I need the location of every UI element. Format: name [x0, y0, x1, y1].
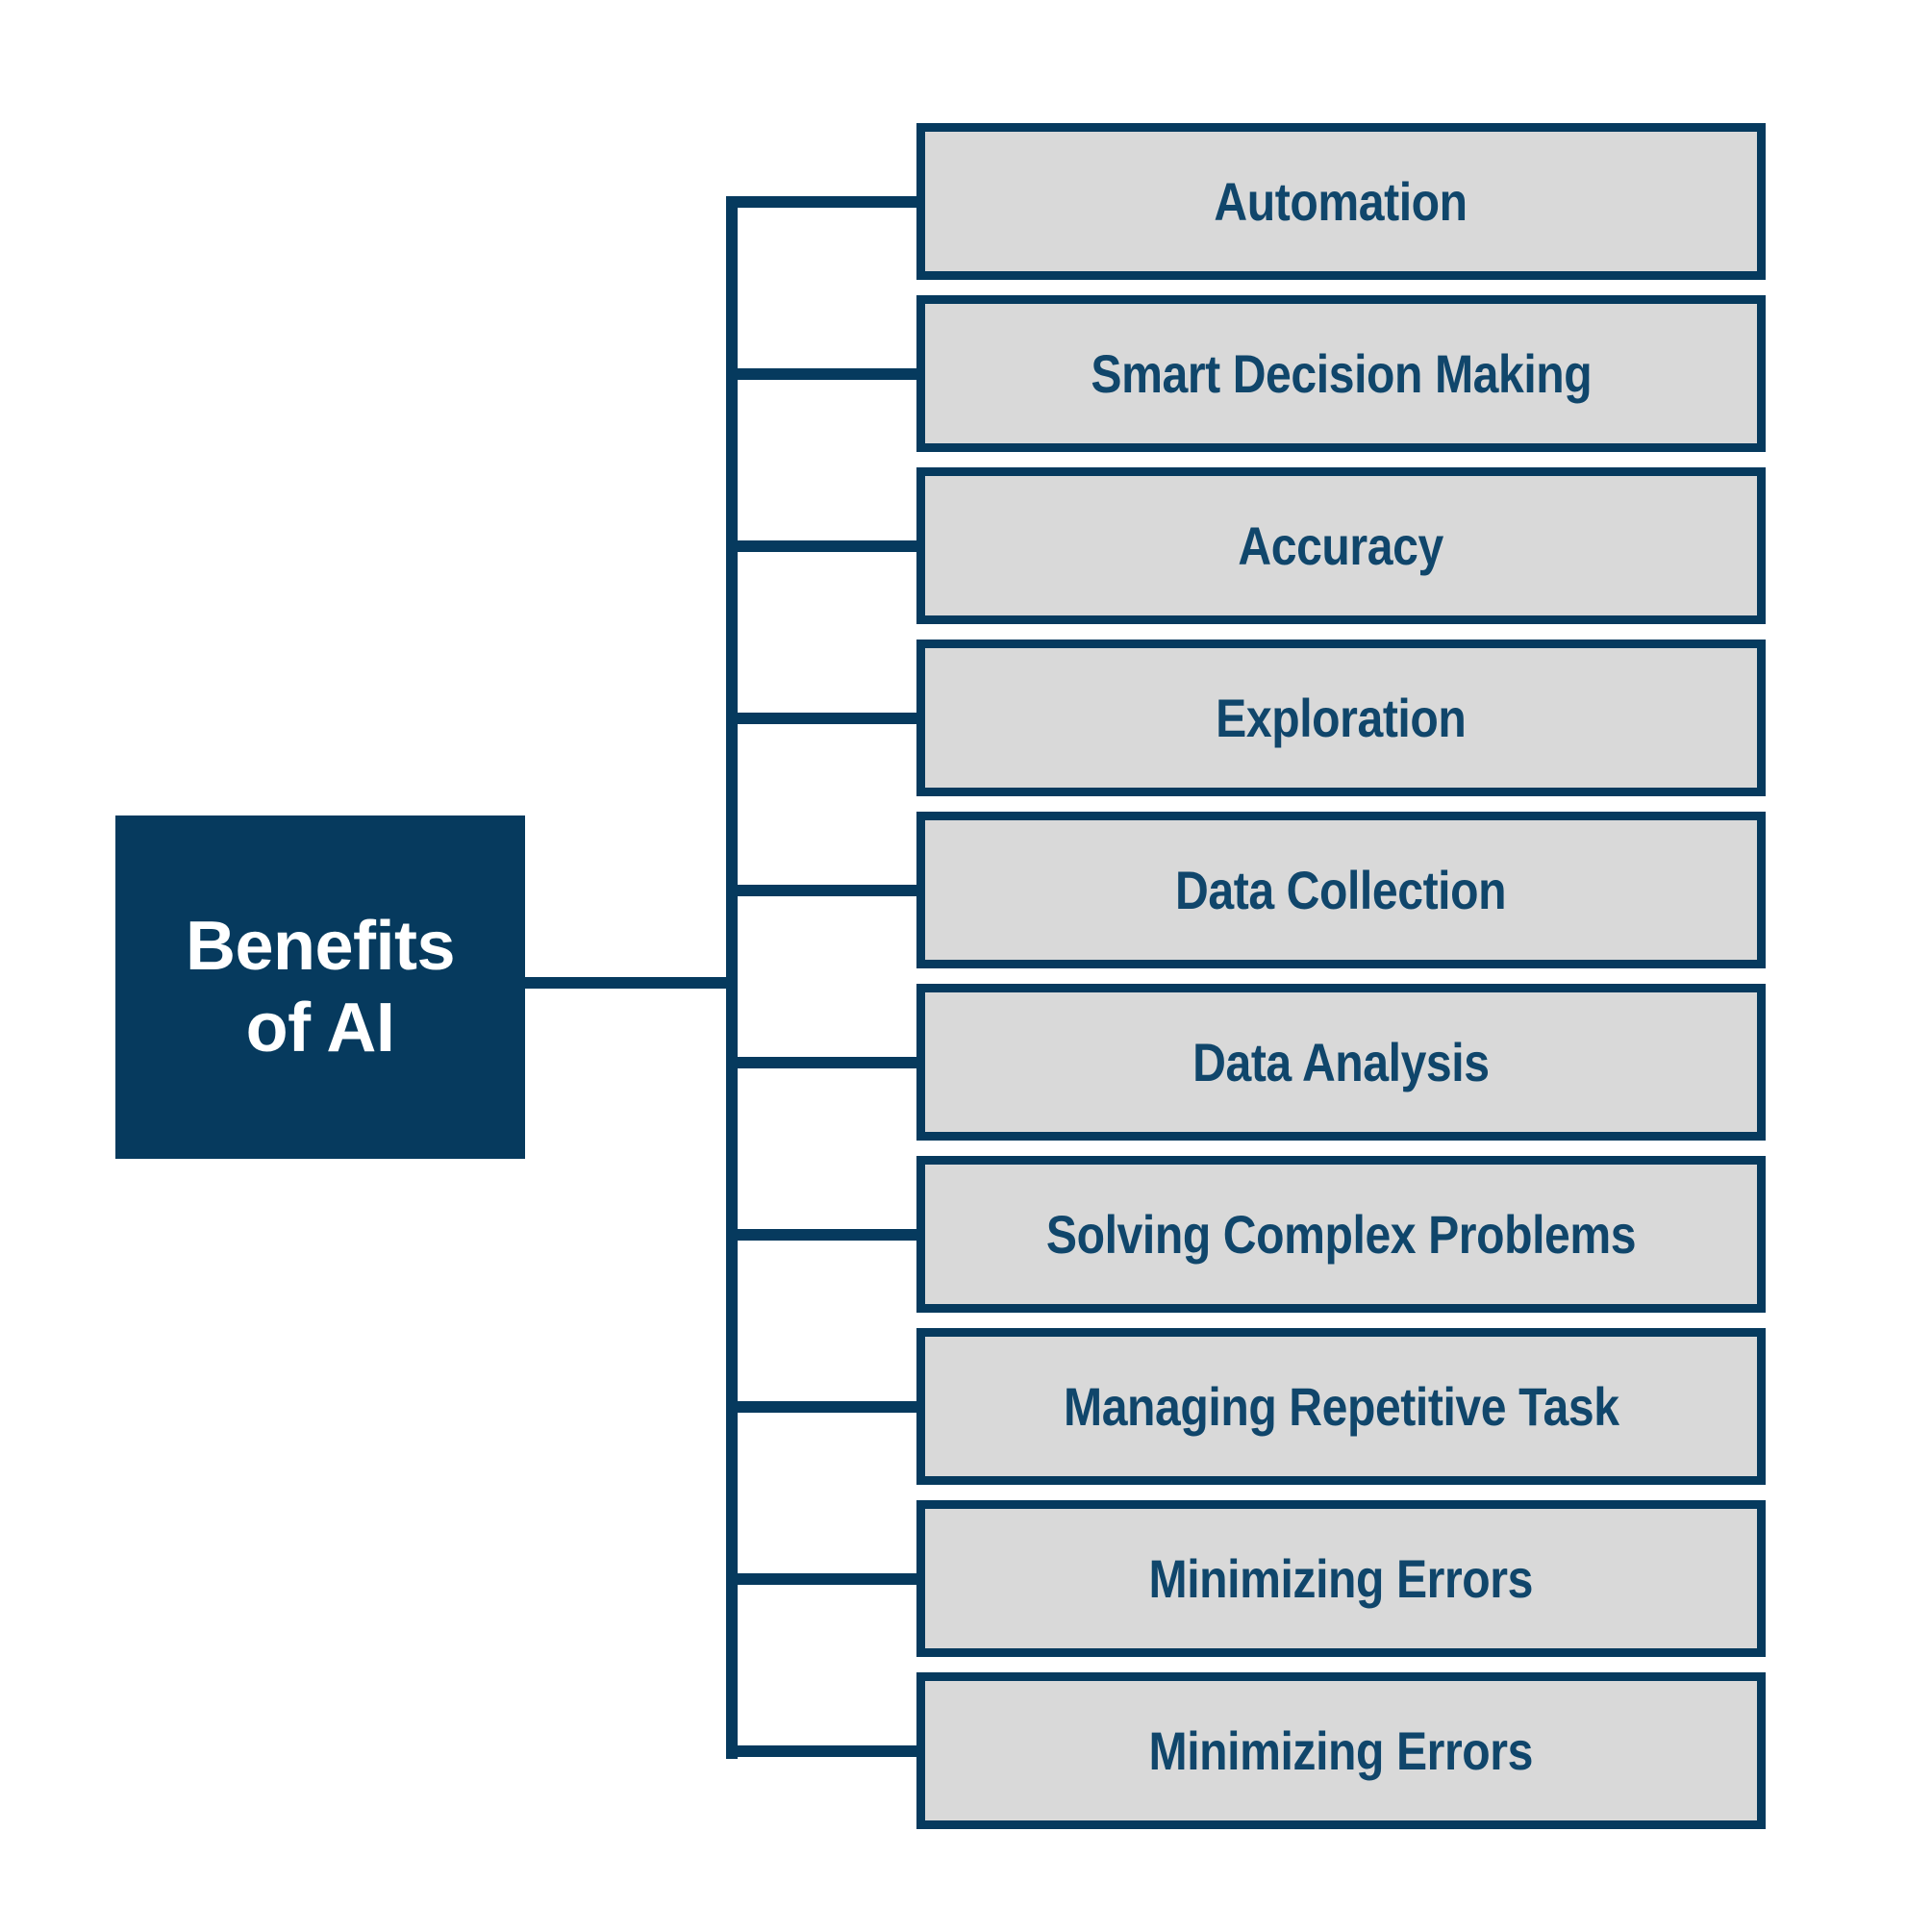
branch-connector-line	[726, 1057, 916, 1068]
diagram-canvas: Benefits of AI Automation Smart Decision …	[0, 0, 1932, 1932]
benefit-node-label: Minimizing Errors	[1148, 1547, 1534, 1609]
benefit-node[interactable]: Minimizing Errors	[916, 1500, 1766, 1657]
branch-connector-line	[726, 885, 916, 896]
branch-connector-line	[726, 1573, 916, 1585]
root-connector-line	[525, 977, 732, 989]
benefit-node[interactable]: Minimizing Errors	[916, 1672, 1766, 1829]
benefit-node[interactable]: Solving Complex Problems	[916, 1156, 1766, 1313]
benefit-node[interactable]: Exploration	[916, 640, 1766, 796]
benefit-node-label: Managing Repetitive Task	[1063, 1375, 1619, 1437]
trunk-line	[726, 197, 738, 1759]
branch-connector-line	[726, 196, 916, 208]
benefit-node[interactable]: Accuracy	[916, 467, 1766, 624]
branch-connector-line	[726, 1229, 916, 1241]
benefit-node[interactable]: Smart Decision Making	[916, 295, 1766, 452]
branch-connector-line	[726, 713, 916, 724]
benefit-node-label: Smart Decision Making	[1091, 342, 1592, 404]
branch-connector-line	[726, 540, 916, 552]
benefit-node[interactable]: Data Collection	[916, 812, 1766, 968]
benefit-node-label: Exploration	[1216, 687, 1467, 748]
root-node-benefits-of-ai[interactable]: Benefits of AI	[115, 815, 525, 1159]
benefit-node[interactable]: Managing Repetitive Task	[916, 1328, 1766, 1485]
benefit-node-label: Solving Complex Problems	[1045, 1203, 1637, 1265]
branch-connector-line	[726, 1401, 916, 1413]
benefit-node-label: Minimizing Errors	[1148, 1719, 1534, 1781]
benefit-node-label: Data Collection	[1175, 859, 1507, 920]
benefit-node[interactable]: Data Analysis	[916, 984, 1766, 1141]
benefit-node-label: Data Analysis	[1192, 1031, 1490, 1092]
branch-connector-line	[726, 368, 916, 380]
root-node-label: Benefits of AI	[185, 907, 456, 1066]
branch-connector-line	[726, 1745, 916, 1757]
benefit-node-label: Automation	[1214, 170, 1468, 232]
benefit-node-label: Accuracy	[1238, 514, 1444, 576]
benefit-node[interactable]: Automation	[916, 123, 1766, 280]
